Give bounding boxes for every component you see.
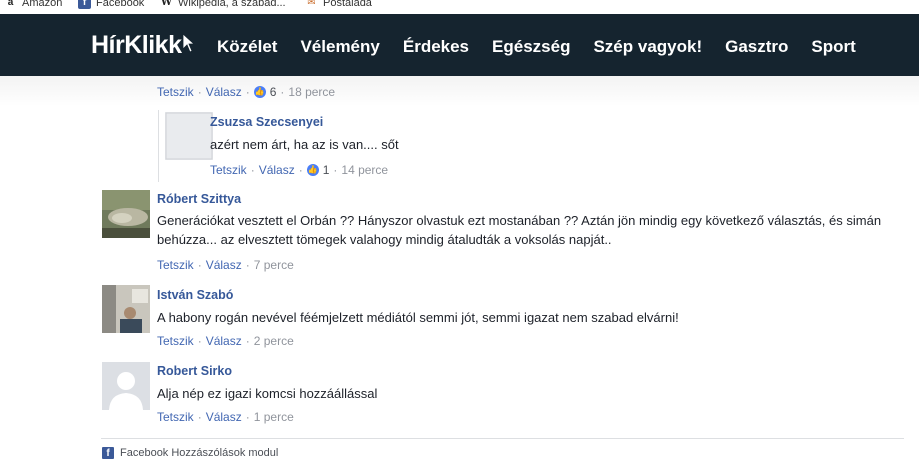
comment-actions: Tetszik · Válasz · 👍 6 · 18 perce (157, 85, 336, 99)
avatar[interactable] (165, 112, 213, 160)
like-count: 6 (269, 85, 277, 99)
thumbs-up-icon: 👍 (253, 86, 266, 98)
comment-actions: Tetszik · Válasz · 1 perce (157, 410, 294, 424)
comment-author[interactable]: István Szabó (157, 288, 233, 302)
avatar[interactable] (102, 190, 150, 238)
comment-actions: Tetszik · Válasz · 2 perce (157, 334, 294, 348)
reply-link[interactable]: Válasz (206, 334, 242, 348)
reply-link[interactable]: Válasz (206, 258, 242, 272)
reply-link[interactable]: Válasz (206, 410, 242, 424)
like-count: 1 (322, 163, 330, 177)
comment-text: Generációkat vesztett el Orbán ?? Hánysz… (157, 213, 882, 247)
avatar[interactable] (102, 362, 150, 410)
like-link[interactable]: Tetszik (157, 410, 194, 424)
comment-author[interactable]: Robert Sirko (157, 364, 232, 378)
like-link[interactable]: Tetszik (157, 85, 194, 99)
comment-time: 18 perce (288, 85, 336, 99)
comment-text: Alja nép ez igazi komcsi hozzáállással (157, 386, 378, 401)
comment-text: A habony rogán nevével féémjelzett médiá… (157, 310, 679, 325)
default-avatar-icon (102, 362, 150, 410)
divider (101, 438, 904, 439)
facebook-comments-plugin-link[interactable]: f Facebook Hozzászólások modul (102, 447, 278, 459)
fish-photo-icon (102, 190, 150, 238)
comment-actions: Tetszik · Válasz · 7 perce (157, 258, 294, 272)
facebook-icon: f (102, 447, 114, 459)
comment-text: azért nem árt, ha az is van.... sőt (210, 137, 399, 152)
comment-author[interactable]: Zsuzsa Szecsenyei (210, 115, 323, 129)
comment-time: 1 perce (253, 410, 294, 424)
like-link[interactable]: Tetszik (157, 334, 194, 348)
user-photo-icon (102, 285, 150, 333)
avatar[interactable] (102, 285, 150, 333)
like-link[interactable]: Tetszik (210, 163, 247, 177)
default-avatar-icon (165, 112, 213, 160)
reply-link[interactable]: Válasz (206, 85, 242, 99)
reply-thread-line (158, 110, 159, 182)
reply-link[interactable]: Válasz (259, 163, 295, 177)
comment-author[interactable]: Róbert Szittya (157, 192, 241, 206)
comment-list: Tetszik · Válasz · 👍 6 · 18 perce Zsuzsa… (0, 0, 919, 475)
comment-time: 7 perce (253, 258, 294, 272)
thumbs-up-icon: 👍 (306, 164, 319, 176)
like-link[interactable]: Tetszik (157, 258, 194, 272)
comment-actions: Tetszik · Válasz · 👍 1 · 14 perce (210, 163, 389, 177)
comment-time: 2 perce (253, 334, 294, 348)
plugin-label: Facebook Hozzászólások modul (120, 447, 279, 459)
comment-time: 14 perce (341, 163, 389, 177)
